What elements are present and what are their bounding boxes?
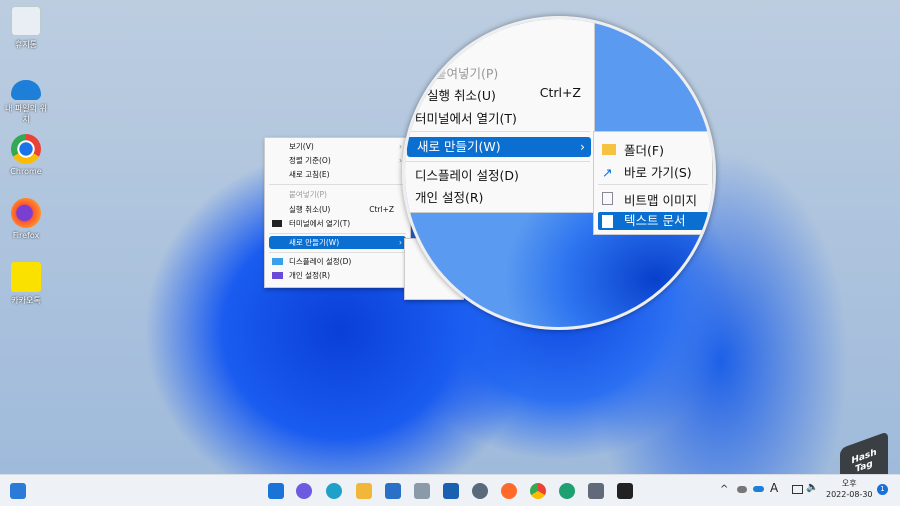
taskbar: ^ A 🔈 오후 2022-08-30 1 xyxy=(0,474,900,506)
magnifier-circle: 붙여넣기(P) 실행 취소(U) Ctrl+Z 터미널에서 열기(T) 새로 만들… xyxy=(402,16,716,330)
menu-item-terminal[interactable]: 터미널에서 열기(T) xyxy=(269,217,406,230)
snip-icon[interactable] xyxy=(414,483,430,499)
desktop-icon-chrome[interactable]: Chrome xyxy=(4,134,48,176)
mail-icon[interactable] xyxy=(385,483,401,499)
edge-icon[interactable] xyxy=(326,483,342,499)
folder-icon xyxy=(602,144,616,155)
display-icon xyxy=(272,258,283,265)
menu-separator xyxy=(269,252,406,253)
menu-separator xyxy=(269,184,406,185)
firefox-icon xyxy=(11,198,41,228)
submenu-folder[interactable]: 폴더(F) xyxy=(602,140,664,159)
ime-indicator[interactable]: A xyxy=(770,481,778,495)
zoomed-item-terminal[interactable]: 터미널에서 열기(T) xyxy=(415,108,517,127)
menu-item-paste[interactable]: 붙여넣기(P) xyxy=(269,188,406,201)
submenu-text-document[interactable]: 텍스트 문서 xyxy=(598,212,708,230)
chat-icon[interactable] xyxy=(296,483,312,499)
zoomed-item-new[interactable]: 새로 만들기(W) › xyxy=(407,137,591,157)
calculator-icon[interactable] xyxy=(588,483,604,499)
terminal-taskbar-icon[interactable] xyxy=(617,483,633,499)
zoomed-item-paste[interactable]: 붙여넣기(P) xyxy=(435,63,498,82)
desktop-icon-firefox[interactable]: Firefox xyxy=(4,198,48,240)
text-doc-icon xyxy=(602,215,613,228)
zoomed-item-undo[interactable]: 실행 취소(U) Ctrl+Z xyxy=(427,85,587,104)
menu-item-new[interactable]: 새로 만들기(W) › xyxy=(269,236,406,249)
widgets-icon[interactable] xyxy=(10,483,26,499)
firefox-taskbar-icon[interactable] xyxy=(501,483,517,499)
menu-item-view[interactable]: 보기(V) › xyxy=(269,140,406,153)
desktop-icon-kakaotalk[interactable]: 카카오톡 xyxy=(4,262,48,306)
network-icon[interactable] xyxy=(792,485,803,494)
zoomed-submenu: 폴더(F) ↗ 바로 가기(S) 비트맵 이미지 텍스트 문서 xyxy=(593,131,713,235)
kakaotalk-icon xyxy=(11,262,41,292)
shortcut-arrow-icon: ↗ xyxy=(602,165,613,180)
zoomed-context-menu: 붙여넣기(P) 실행 취소(U) Ctrl+Z 터미널에서 열기(T) 새로 만들… xyxy=(405,19,595,213)
desktop-wallpaper: 휴지통 내 파일의 위치 Chrome Firefox 카카오톡 보기(V) › … xyxy=(0,0,900,474)
desktop-icon-recycle-bin[interactable]: 휴지통 xyxy=(4,6,48,50)
file-explorer-icon[interactable] xyxy=(356,483,372,499)
menu-item-sort[interactable]: 정렬 기준(O) › xyxy=(269,154,406,167)
context-menu: 보기(V) › 정렬 기준(O) › 새로 고침(E) 붙여넣기(P) 실행 취소(… xyxy=(264,137,411,288)
zoomed-item-personalize[interactable]: 개인 설정(R) xyxy=(415,187,483,206)
tray-chevron-icon[interactable]: ^ xyxy=(720,484,728,495)
clock[interactable]: 오후 2022-08-30 xyxy=(826,478,873,500)
personalize-icon xyxy=(272,272,283,279)
menu-item-personalize[interactable]: 개인 설정(R) xyxy=(269,269,406,282)
zoomed-item-display[interactable]: 디스플레이 설정(D) xyxy=(415,165,519,184)
volume-icon[interactable]: 🔈 xyxy=(806,482,818,493)
menu-item-refresh[interactable]: 새로 고침(E) xyxy=(269,168,406,181)
recycle-bin-icon xyxy=(11,6,41,36)
onedrive-icon xyxy=(11,80,41,100)
tray-drive-icon[interactable] xyxy=(737,486,747,493)
settings-icon[interactable] xyxy=(472,483,488,499)
menu-item-undo[interactable]: 실행 취소(U) Ctrl+Z xyxy=(269,203,406,216)
chrome-icon xyxy=(11,134,41,164)
edge-canary-icon[interactable] xyxy=(559,483,575,499)
chrome-taskbar-icon[interactable] xyxy=(530,483,546,499)
start-icon[interactable] xyxy=(268,483,284,499)
menu-separator xyxy=(269,233,406,234)
menu-item-display[interactable]: 디스플레이 설정(D) xyxy=(269,255,406,268)
submenu-shortcut[interactable]: ↗ 바로 가기(S) xyxy=(602,162,692,181)
notepad-icon[interactable] xyxy=(443,483,459,499)
tray-onedrive-icon[interactable] xyxy=(753,486,764,492)
bitmap-icon xyxy=(602,192,613,205)
hashtag-watermark: Hash Tag xyxy=(840,431,888,474)
terminal-icon xyxy=(272,220,282,227)
submenu-bitmap[interactable]: 비트맵 이미지 xyxy=(602,190,697,209)
desktop-icon-onedrive[interactable]: 내 파일의 위치 xyxy=(4,72,48,125)
notification-badge[interactable]: 1 xyxy=(877,484,888,495)
